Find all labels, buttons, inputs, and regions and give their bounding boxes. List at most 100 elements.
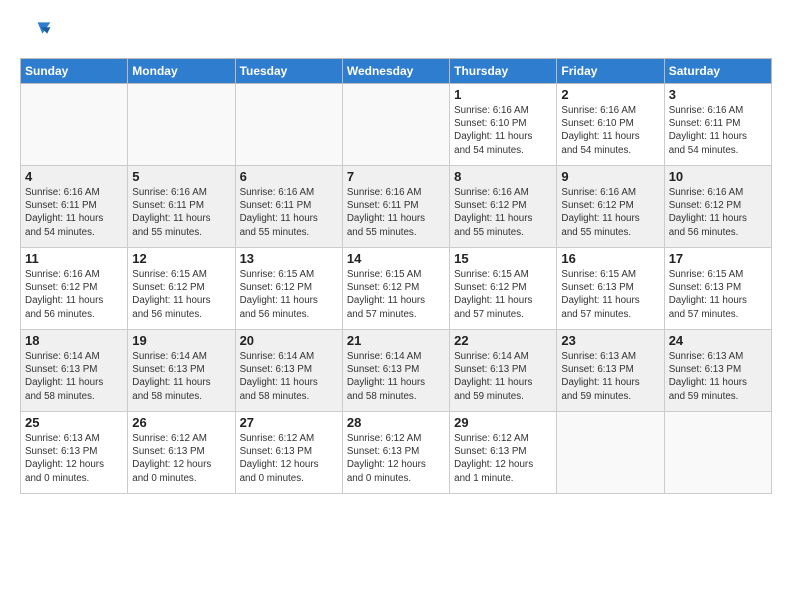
calendar-cell: 20 Sunrise: 6:14 AM Sunset: 6:13 PM Dayli… (235, 330, 342, 412)
calendar-cell: 19 Sunrise: 6:14 AM Sunset: 6:13 PM Dayli… (128, 330, 235, 412)
day-info: Sunrise: 6:13 AM Sunset: 6:13 PM Dayligh… (561, 350, 659, 403)
weekday-header-sunday: Sunday (21, 59, 128, 84)
day-info: Sunrise: 6:14 AM Sunset: 6:13 PM Dayligh… (25, 350, 123, 403)
day-info: Sunrise: 6:16 AM Sunset: 6:11 PM Dayligh… (669, 104, 767, 157)
calendar-cell: 11 Sunrise: 6:16 AM Sunset: 6:12 PM Dayli… (21, 248, 128, 330)
calendar-cell (21, 84, 128, 166)
day-number: 3 (669, 87, 767, 102)
day-number: 11 (25, 251, 123, 266)
calendar-cell (235, 84, 342, 166)
weekday-header-monday: Monday (128, 59, 235, 84)
calendar-cell: 16 Sunrise: 6:15 AM Sunset: 6:13 PM Dayli… (557, 248, 664, 330)
day-number: 6 (240, 169, 338, 184)
calendar-cell: 27 Sunrise: 6:12 AM Sunset: 6:13 PM Dayli… (235, 412, 342, 494)
day-number: 18 (25, 333, 123, 348)
weekday-header-wednesday: Wednesday (342, 59, 449, 84)
day-info: Sunrise: 6:15 AM Sunset: 6:12 PM Dayligh… (132, 268, 230, 321)
day-number: 20 (240, 333, 338, 348)
calendar-cell: 22Sunrise: 6:14 AM Sunset: 6:13 PM Dayli… (450, 330, 557, 412)
day-info: Sunrise: 6:15 AM Sunset: 6:13 PM Dayligh… (561, 268, 659, 321)
day-number: 2 (561, 87, 659, 102)
day-info: Sunrise: 6:15 AM Sunset: 6:12 PM Dayligh… (240, 268, 338, 321)
day-number: 27 (240, 415, 338, 430)
day-info: Sunrise: 6:16 AM Sunset: 6:11 PM Dayligh… (25, 186, 123, 239)
weekday-header-friday: Friday (557, 59, 664, 84)
weekday-header-saturday: Saturday (664, 59, 771, 84)
calendar-body: 1 Sunrise: 6:16 AM Sunset: 6:10 PM Daylig… (21, 84, 772, 494)
calendar-cell: 3 Sunrise: 6:16 AM Sunset: 6:11 PM Daylig… (664, 84, 771, 166)
day-info: Sunrise: 6:14 AM Sunset: 6:13 PM Dayligh… (347, 350, 445, 403)
calendar-cell: 6Sunrise: 6:16 AM Sunset: 6:11 PM Daylig… (235, 166, 342, 248)
day-number: 19 (132, 333, 230, 348)
calendar-cell: 28 Sunrise: 6:12 AM Sunset: 6:13 PM Dayli… (342, 412, 449, 494)
day-info: Sunrise: 6:16 AM Sunset: 6:12 PM Dayligh… (561, 186, 659, 239)
day-number: 7 (347, 169, 445, 184)
calendar-week-3: 11 Sunrise: 6:16 AM Sunset: 6:12 PM Dayli… (21, 248, 772, 330)
calendar-cell: 29Sunrise: 6:12 AM Sunset: 6:13 PM Dayli… (450, 412, 557, 494)
calendar-cell: 17 Sunrise: 6:15 AM Sunset: 6:13 PM Dayli… (664, 248, 771, 330)
calendar-cell: 8 Sunrise: 6:16 AM Sunset: 6:12 PM Daylig… (450, 166, 557, 248)
calendar-header: SundayMondayTuesdayWednesdayThursdayFrid… (21, 59, 772, 84)
day-info: Sunrise: 6:15 AM Sunset: 6:13 PM Dayligh… (669, 268, 767, 321)
calendar-cell: 14Sunrise: 6:15 AM Sunset: 6:12 PM Dayli… (342, 248, 449, 330)
day-number: 14 (347, 251, 445, 266)
calendar-cell: 9 Sunrise: 6:16 AM Sunset: 6:12 PM Daylig… (557, 166, 664, 248)
calendar-cell: 10 Sunrise: 6:16 AM Sunset: 6:12 PM Dayli… (664, 166, 771, 248)
calendar-cell: 13 Sunrise: 6:15 AM Sunset: 6:12 PM Dayli… (235, 248, 342, 330)
weekday-header-thursday: Thursday (450, 59, 557, 84)
weekday-row: SundayMondayTuesdayWednesdayThursdayFrid… (21, 59, 772, 84)
day-info: Sunrise: 6:16 AM Sunset: 6:11 PM Dayligh… (347, 186, 445, 239)
day-number: 1 (454, 87, 552, 102)
day-info: Sunrise: 6:16 AM Sunset: 6:10 PM Dayligh… (454, 104, 552, 157)
day-info: Sunrise: 6:13 AM Sunset: 6:13 PM Dayligh… (669, 350, 767, 403)
logo (20, 16, 56, 48)
day-info: Sunrise: 6:16 AM Sunset: 6:12 PM Dayligh… (454, 186, 552, 239)
calendar-cell: 2 Sunrise: 6:16 AM Sunset: 6:10 PM Daylig… (557, 84, 664, 166)
calendar-week-2: 4 Sunrise: 6:16 AM Sunset: 6:11 PM Daylig… (21, 166, 772, 248)
calendar-cell (342, 84, 449, 166)
calendar-cell: 21Sunrise: 6:14 AM Sunset: 6:13 PM Dayli… (342, 330, 449, 412)
day-number: 10 (669, 169, 767, 184)
calendar-cell: 5 Sunrise: 6:16 AM Sunset: 6:11 PM Daylig… (128, 166, 235, 248)
day-number: 24 (669, 333, 767, 348)
day-info: Sunrise: 6:13 AM Sunset: 6:13 PM Dayligh… (25, 432, 123, 485)
day-info: Sunrise: 6:12 AM Sunset: 6:13 PM Dayligh… (347, 432, 445, 485)
calendar-cell: 24 Sunrise: 6:13 AM Sunset: 6:13 PM Dayli… (664, 330, 771, 412)
day-number: 15 (454, 251, 552, 266)
day-info: Sunrise: 6:16 AM Sunset: 6:12 PM Dayligh… (25, 268, 123, 321)
weekday-header-tuesday: Tuesday (235, 59, 342, 84)
logo-icon (20, 16, 52, 48)
calendar-week-5: 25 Sunrise: 6:13 AM Sunset: 6:13 PM Dayli… (21, 412, 772, 494)
day-info: Sunrise: 6:16 AM Sunset: 6:11 PM Dayligh… (132, 186, 230, 239)
day-number: 5 (132, 169, 230, 184)
day-info: Sunrise: 6:12 AM Sunset: 6:13 PM Dayligh… (132, 432, 230, 485)
day-info: Sunrise: 6:12 AM Sunset: 6:13 PM Dayligh… (454, 432, 552, 485)
calendar-cell: 26 Sunrise: 6:12 AM Sunset: 6:13 PM Dayli… (128, 412, 235, 494)
day-number: 9 (561, 169, 659, 184)
day-number: 17 (669, 251, 767, 266)
calendar-week-4: 18 Sunrise: 6:14 AM Sunset: 6:13 PM Dayli… (21, 330, 772, 412)
day-number: 16 (561, 251, 659, 266)
day-info: Sunrise: 6:14 AM Sunset: 6:13 PM Dayligh… (240, 350, 338, 403)
day-info: Sunrise: 6:16 AM Sunset: 6:12 PM Dayligh… (669, 186, 767, 239)
calendar-cell: 1 Sunrise: 6:16 AM Sunset: 6:10 PM Daylig… (450, 84, 557, 166)
day-info: Sunrise: 6:12 AM Sunset: 6:13 PM Dayligh… (240, 432, 338, 485)
calendar-week-1: 1 Sunrise: 6:16 AM Sunset: 6:10 PM Daylig… (21, 84, 772, 166)
day-number: 22 (454, 333, 552, 348)
day-info: Sunrise: 6:15 AM Sunset: 6:12 PM Dayligh… (454, 268, 552, 321)
calendar-cell: 18 Sunrise: 6:14 AM Sunset: 6:13 PM Dayli… (21, 330, 128, 412)
calendar-cell: 15 Sunrise: 6:15 AM Sunset: 6:12 PM Dayli… (450, 248, 557, 330)
day-number: 12 (132, 251, 230, 266)
day-info: Sunrise: 6:14 AM Sunset: 6:13 PM Dayligh… (132, 350, 230, 403)
day-number: 26 (132, 415, 230, 430)
day-number: 28 (347, 415, 445, 430)
day-number: 13 (240, 251, 338, 266)
day-info: Sunrise: 6:16 AM Sunset: 6:10 PM Dayligh… (561, 104, 659, 157)
day-number: 23 (561, 333, 659, 348)
calendar-cell (128, 84, 235, 166)
day-number: 25 (25, 415, 123, 430)
day-number: 4 (25, 169, 123, 184)
day-number: 8 (454, 169, 552, 184)
calendar-cell (664, 412, 771, 494)
calendar-cell: 23 Sunrise: 6:13 AM Sunset: 6:13 PM Dayli… (557, 330, 664, 412)
